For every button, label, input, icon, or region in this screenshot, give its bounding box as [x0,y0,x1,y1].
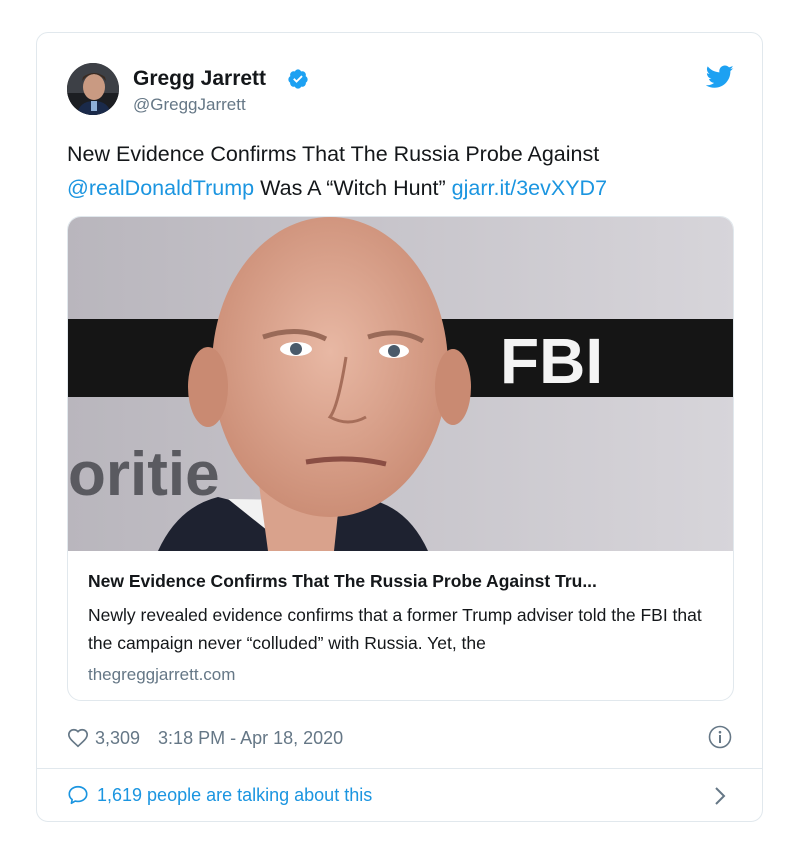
heart-icon[interactable] [67,727,89,749]
card-image[interactable]: FBI oritie [68,217,733,551]
short-url-link[interactable]: gjarr.it/3evXYD7 [452,176,607,200]
conversation-link[interactable]: 1,619 people are talking about this [67,780,372,810]
card-domain: thegreggjarrett.com [88,665,236,684]
tweet-text-line2: Was A “Witch Hunt” [254,176,452,200]
timestamp[interactable]: 3:18 PM - Apr 18, 2020 [158,728,343,749]
divider [37,768,762,769]
card-title[interactable]: New Evidence Confirms That The Russia Pr… [88,571,597,592]
tweet-text-line1: New Evidence Confirms That The Russia Pr… [67,142,600,166]
author-handle[interactable]: @GreggJarrett [133,95,246,115]
chevron-right-icon[interactable] [712,785,728,807]
tweet-embed: Gregg Jarrett @GreggJarrett New Evidence… [36,32,763,822]
verified-badge-icon [287,68,309,90]
mention-link[interactable]: @realDonaldTrump [67,176,254,200]
tweet-meta: 3,309 3:18 PM - Apr 18, 2020 [67,724,343,752]
card-description: Newly revealed evidence confirms that a … [88,605,702,653]
background-word-text: oritie [68,440,220,509]
tweet-text: New Evidence Confirms That The Russia Pr… [67,137,737,205]
talking-count-text[interactable]: 1,619 people are talking about this [97,785,372,806]
avatar[interactable] [67,63,119,115]
like-count[interactable]: 3,309 [95,728,140,749]
author-name[interactable]: Gregg Jarrett [133,67,266,91]
fbi-sign-text: FBI [500,325,603,397]
twitter-bird-icon[interactable] [705,65,734,89]
info-icon[interactable] [708,725,732,749]
speech-bubble-icon [67,784,89,806]
link-card[interactable]: FBI oritie New Evidence Confirms That Th… [67,216,734,701]
